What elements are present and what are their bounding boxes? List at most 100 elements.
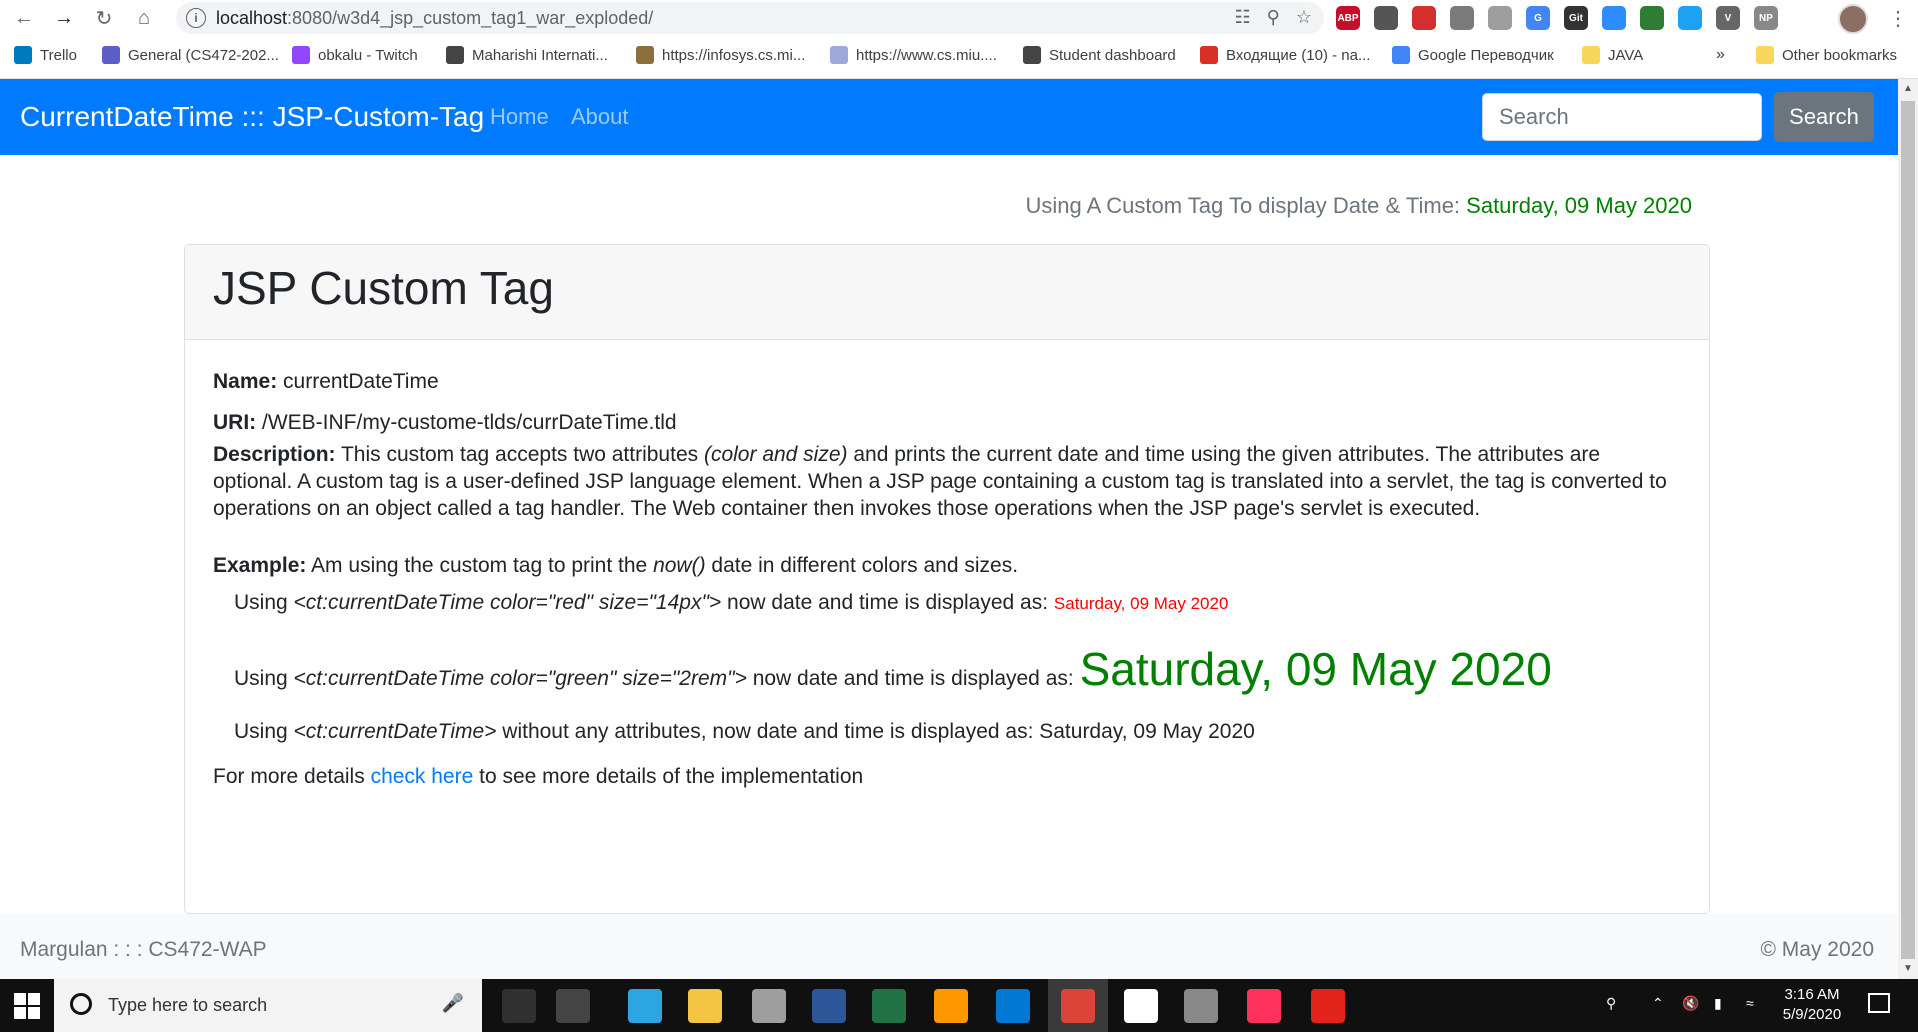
people-icon[interactable]: ⚲ (1606, 995, 1616, 1012)
reload-icon[interactable]: ↻ (92, 6, 116, 30)
extension-icon[interactable]: Git (1564, 6, 1588, 30)
microphone-icon[interactable]: 🎤 (442, 993, 464, 1014)
description-italic: (color and size) (703, 443, 848, 466)
ex1-suffix: now date and time is displayed as: (721, 591, 1054, 614)
other-bookmarks-label: Other bookmarks (1782, 46, 1898, 64)
cortana-icon (70, 993, 92, 1015)
extension-icon[interactable] (1450, 6, 1474, 30)
file-explorer-icon[interactable] (688, 989, 722, 1023)
extension-icon[interactable] (1374, 6, 1398, 30)
tray-chevron-icon[interactable]: ⌃ (1652, 995, 1664, 1012)
bookmark-label: obkalu - Twitch (318, 46, 418, 64)
bookmark-item[interactable]: https://www.cs.miu.... (830, 46, 997, 64)
sublime-icon[interactable] (934, 989, 968, 1023)
url-host: localhost (216, 8, 288, 28)
example-label: Example: (213, 554, 307, 577)
bookmark-favicon-icon (446, 46, 464, 64)
notifications-icon[interactable] (1868, 993, 1890, 1013)
search-button[interactable]: Search (1774, 92, 1874, 142)
excel-icon[interactable] (872, 989, 906, 1023)
card-title: JSP Custom Tag (213, 262, 554, 314)
notes-icon[interactable] (1124, 989, 1158, 1023)
description-paragraph: Description: This custom tag accepts two… (213, 441, 1683, 522)
ex2-date: Saturday, 09 May 2020 (1079, 643, 1552, 695)
ex1-tag: <ct:currentDateTime color="red" size="14… (293, 591, 722, 614)
bookmark-item[interactable]: General (CS472-202... (102, 46, 279, 64)
paint-icon[interactable] (752, 989, 786, 1023)
bookmark-label: JAVA (1608, 46, 1644, 64)
bookmark-item[interactable]: Student dashboard (1023, 46, 1176, 64)
word-icon[interactable] (812, 989, 846, 1023)
bookmarks-overflow-button[interactable]: » (1716, 46, 1725, 64)
bookmark-item[interactable]: Maharishi Internati... (446, 46, 608, 64)
taskbar-search-box[interactable]: Type here to search 🎤 (54, 979, 482, 1032)
extension-icon[interactable] (1678, 6, 1702, 30)
browser-menu-icon[interactable]: ⋮ (1888, 6, 1908, 31)
taskbar-clock[interactable]: 3:16 AM 5/9/2020 (1776, 985, 1848, 1025)
outlook-icon[interactable] (996, 989, 1030, 1023)
taskbar-search-placeholder: Type here to search (108, 995, 268, 1015)
bookmark-item[interactable]: obkalu - Twitch (292, 46, 418, 64)
search-input[interactable] (1482, 93, 1762, 141)
acrobat-icon[interactable] (1311, 989, 1345, 1023)
extension-icon[interactable] (1412, 6, 1436, 30)
bookmark-item[interactable]: JAVA (1582, 46, 1643, 64)
navbar-brand[interactable]: CurrentDateTime ::: JSP-Custom-Tag (20, 101, 484, 133)
extension-icon[interactable]: NP (1754, 6, 1778, 30)
settings-icon[interactable] (1184, 989, 1218, 1023)
ex1-date: Saturday, 09 May 2020 (1053, 594, 1229, 613)
other-bookmarks[interactable]: Other bookmarks (1756, 46, 1897, 64)
extension-icon[interactable]: V (1716, 6, 1740, 30)
home-icon[interactable]: ⌂ (132, 6, 156, 30)
extension-icon[interactable]: ABP (1336, 6, 1360, 30)
task-view-icon[interactable] (502, 989, 536, 1023)
bookmark-favicon-icon (14, 46, 32, 64)
bookmark-item[interactable]: Входящие (10) - na... (1200, 46, 1370, 64)
chrome-icon[interactable] (1061, 989, 1095, 1023)
bookmark-label: Входящие (10) - na... (1226, 46, 1371, 64)
scroll-up-icon[interactable]: ▲ (1898, 79, 1918, 99)
intellij-icon[interactable] (1247, 989, 1281, 1023)
check-here-link[interactable]: check here (371, 765, 474, 788)
forward-arrow-icon[interactable]: → (52, 6, 76, 30)
name-row: Name: currentDateTime (213, 365, 1683, 398)
wifi-icon[interactable]: ≈ (1746, 995, 1754, 1011)
back-arrow-icon[interactable]: ← (12, 6, 36, 30)
example-green-row: Using <ct:currentDateTime color="green" … (213, 641, 1683, 707)
bookmark-favicon-icon (1200, 46, 1218, 64)
scroll-down-icon[interactable]: ▼ (1898, 959, 1918, 979)
bookmark-item[interactable]: Trello (14, 46, 77, 64)
date-display-line: Using A Custom Tag To display Date & Tim… (1026, 193, 1692, 219)
site-info-icon[interactable]: i (186, 8, 206, 28)
extension-icon[interactable] (1602, 6, 1626, 30)
bookmark-item[interactable]: https://infosys.cs.mi... (636, 46, 805, 64)
calculator-icon[interactable] (556, 989, 590, 1023)
address-bar[interactable]: i localhost:8080/w3d4_jsp_custom_tag1_wa… (176, 2, 1324, 34)
volume-muted-icon[interactable]: 🔇 (1682, 995, 1699, 1012)
star-bookmark-icon[interactable]: ☆ (1296, 7, 1312, 28)
date-line-prefix: Using A Custom Tag To display Date & Tim… (1025, 193, 1467, 218)
bookmark-favicon-icon (636, 46, 654, 64)
url-path: :8080/w3d4_jsp_custom_tag1_war_exploded/ (287, 8, 654, 28)
extension-icon[interactable] (1640, 6, 1664, 30)
extension-icon[interactable] (1488, 6, 1512, 30)
page-scrollbar[interactable]: ▲ ▼ (1898, 79, 1918, 979)
nav-link-home[interactable]: Home (490, 104, 549, 130)
windows-taskbar: Type here to search 🎤 ⚲ ⌃ 🔇 ▮ ≈ 3:16 AM … (0, 979, 1918, 1032)
nav-link-about[interactable]: About (571, 104, 629, 130)
zoom-icon[interactable]: ⚲ (1267, 7, 1280, 28)
telegram-icon[interactable] (628, 989, 662, 1023)
extension-icon[interactable]: G (1526, 6, 1550, 30)
more-details-row: For more details check here to see more … (213, 760, 1683, 793)
profile-avatar[interactable] (1838, 4, 1868, 34)
battery-icon[interactable]: ▮ (1714, 995, 1722, 1012)
bookmark-item[interactable]: Google Переводчик (1392, 46, 1554, 64)
extensions-bar: ABP G Git V NP (1336, 6, 1778, 30)
windows-start-icon[interactable] (14, 993, 40, 1019)
bookmarks-bar: Trello General (CS472-202... obkalu - Twit… (0, 36, 1918, 79)
uri-row: URI: /WEB-INF/my-custome-tlds/currDateTi… (213, 406, 1683, 439)
bookmark-favicon-icon (1582, 46, 1600, 64)
translate-icon[interactable]: ☷ (1235, 7, 1251, 28)
address-url[interactable]: localhost:8080/w3d4_jsp_custom_tag1_war_… (216, 8, 653, 29)
scrollbar-thumb[interactable] (1901, 101, 1915, 959)
